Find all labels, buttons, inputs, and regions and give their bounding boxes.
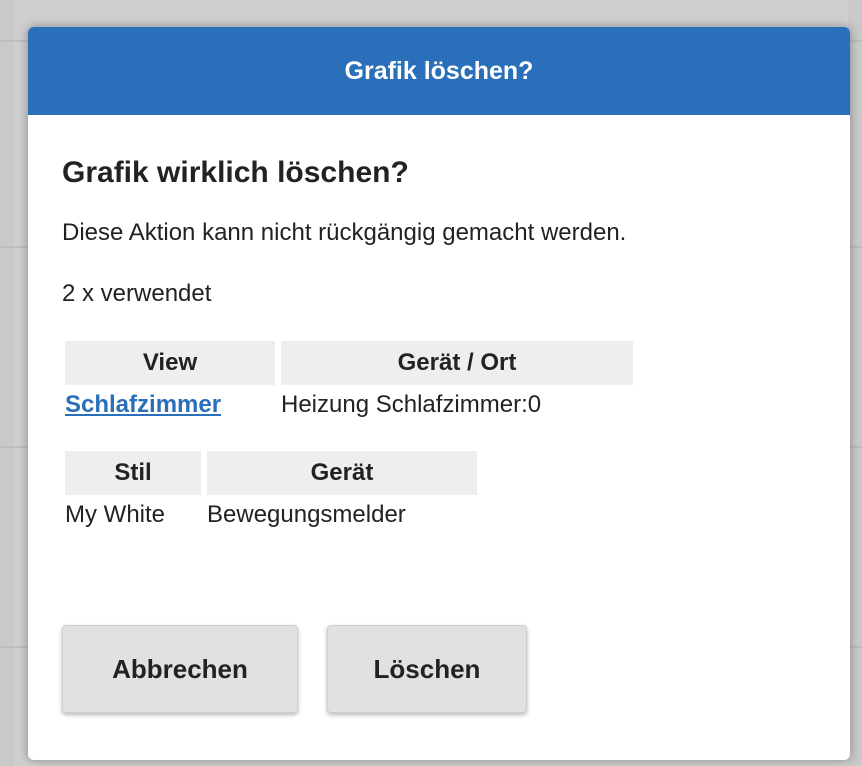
style-cell: My White <box>65 501 166 528</box>
background-left-column <box>0 0 14 766</box>
confirm-question: Grafik wirklich löschen? <box>62 156 409 189</box>
column-header-device-location: Gerät / Ort <box>281 341 633 385</box>
dialog-header: Grafik löschen? <box>28 27 850 115</box>
table-row: My White Bewegungsmelder <box>65 495 477 535</box>
delete-graphic-dialog: Grafik löschen? Grafik wirklich löschen?… <box>28 27 850 760</box>
device-cell: Bewegungsmelder <box>207 501 406 528</box>
irreversible-warning: Diese Aktion kann nicht rückgängig gemac… <box>62 219 627 246</box>
delete-button[interactable]: Löschen <box>327 625 527 713</box>
column-header-view: View <box>65 341 275 385</box>
column-header-style: Stil <box>65 451 201 495</box>
table-header-row: View Gerät / Ort <box>65 341 633 385</box>
table-row: Schlafzimmer Heizung Schlafzimmer:0 <box>65 385 633 425</box>
views-usage-table: View Gerät / Ort Schlafzimmer Heizung Sc… <box>59 341 639 425</box>
table-header-row: Stil Gerät <box>65 451 477 495</box>
view-link-schlafzimmer[interactable]: Schlafzimmer <box>65 385 275 425</box>
dialog-body: Grafik wirklich löschen? Diese Aktion ka… <box>28 153 850 535</box>
background-right-column <box>848 0 862 766</box>
cancel-button[interactable]: Abbrechen <box>62 625 298 713</box>
column-header-device: Gerät <box>207 451 477 495</box>
dialog-title: Grafik löschen? <box>344 56 534 85</box>
styles-usage-table: Stil Gerät My White Bewegungsmelder <box>59 451 483 535</box>
usage-count: 2 x verwendet <box>62 280 212 307</box>
dialog-buttons: Abbrechen Löschen <box>62 625 527 713</box>
device-location-cell: Heizung Schlafzimmer:0 <box>281 391 542 418</box>
